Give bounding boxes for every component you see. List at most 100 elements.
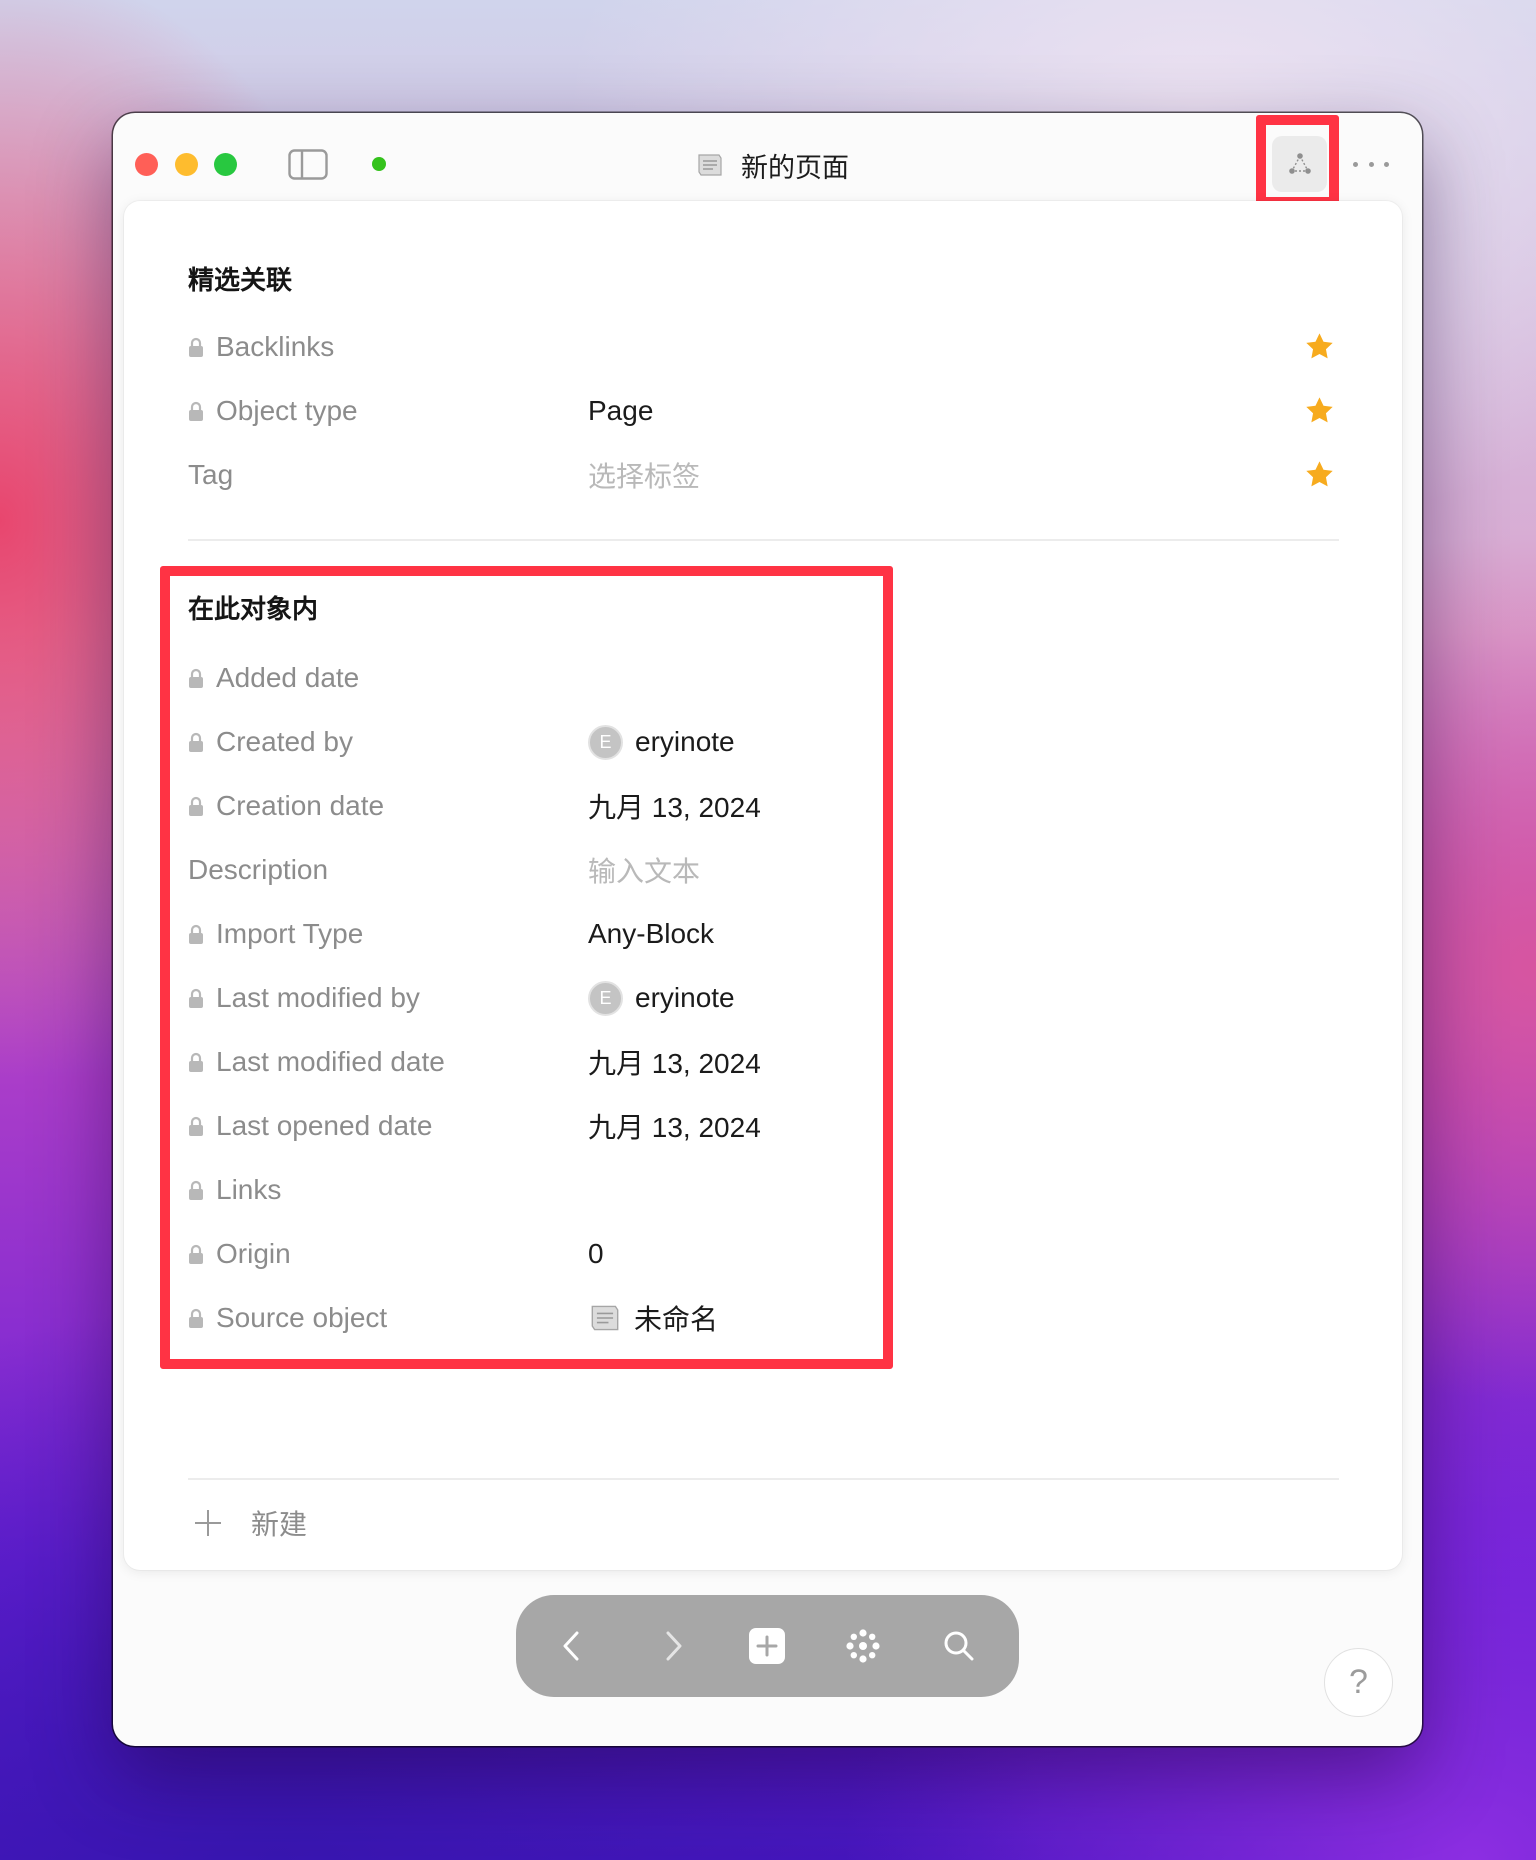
property-value[interactable]: 0: [588, 1230, 788, 1278]
property-label: Created by: [188, 726, 588, 758]
property-row-last-modified-by[interactable]: Last modified by E eryinote: [188, 966, 1339, 1030]
lock-icon: [189, 732, 203, 752]
property-value[interactable]: 九月 13, 2024: [588, 1038, 788, 1086]
property-row-import-type[interactable]: Import Type Any-Block: [188, 902, 1339, 966]
relations-graph-icon: [1288, 153, 1311, 174]
property-label-text: Created by: [216, 726, 353, 757]
property-value[interactable]: 选择标签: [588, 451, 788, 499]
window-close-button[interactable]: [135, 153, 158, 176]
property-row-last-modified-date[interactable]: Last modified date 九月 13, 2024: [188, 1030, 1339, 1094]
property-row-creation-date[interactable]: Creation date 九月 13, 2024: [188, 774, 1339, 838]
property-label: Object type: [188, 395, 588, 427]
sync-status-indicator[interactable]: [372, 157, 386, 171]
property-row-description[interactable]: Description 输入文本: [188, 838, 1339, 902]
property-value-text: 0: [588, 1238, 604, 1269]
create-object-button[interactable]: [737, 1595, 797, 1697]
sidebar-toggle-icon[interactable]: [288, 149, 328, 180]
property-row-object-type[interactable]: Object type Page: [188, 379, 1339, 443]
lock-icon: [189, 1244, 203, 1264]
add-property-label: 新建: [251, 1509, 308, 1540]
property-label-text: Backlinks: [216, 331, 335, 362]
property-label-text: Last modified by: [216, 982, 420, 1013]
page-icon: [698, 154, 722, 176]
tag-placeholder: 选择标签: [588, 461, 701, 492]
property-label: Description: [188, 854, 588, 886]
help-button[interactable]: ?: [1324, 1648, 1393, 1717]
lock-icon: [189, 1180, 203, 1200]
property-value[interactable]: E eryinote: [588, 974, 788, 1022]
property-value[interactable]: [588, 1166, 788, 1214]
property-value-text: 九月 13, 2024: [588, 1048, 761, 1079]
star-icon[interactable]: [1304, 331, 1335, 362]
property-label-text: Import Type: [216, 918, 364, 949]
back-button[interactable]: [542, 1595, 602, 1697]
relations-graph-button[interactable]: [1272, 136, 1327, 192]
lock-icon: [189, 924, 203, 944]
search-icon: [944, 1631, 974, 1661]
property-row-tag[interactable]: Tag 选择标签: [188, 443, 1339, 507]
property-row-backlinks[interactable]: Backlinks: [188, 315, 1339, 379]
app-window: 新的页面 精选关联 Backlinks Object type Page Tag…: [113, 113, 1422, 1746]
forward-button[interactable]: [643, 1595, 703, 1697]
property-label-text: Tag: [188, 459, 234, 490]
window-zoom-button[interactable]: [214, 153, 237, 176]
description-input[interactable]: 输入文本: [588, 846, 788, 894]
bottom-navigation-bar: [516, 1595, 1019, 1697]
property-row-source-object[interactable]: Source object 未命名: [188, 1286, 1339, 1350]
property-label-text: Added date: [216, 662, 360, 693]
property-value[interactable]: E eryinote: [588, 718, 788, 766]
graph-view-button[interactable]: [833, 1595, 893, 1697]
property-label: Last modified date: [188, 1046, 588, 1078]
property-label-text: Last opened date: [216, 1110, 433, 1141]
help-label: ?: [1349, 1663, 1368, 1701]
property-value-text: 九月 13, 2024: [588, 1112, 761, 1143]
property-label-text: Origin: [216, 1238, 291, 1269]
property-label: Creation date: [188, 790, 588, 822]
page-icon: [591, 1305, 619, 1331]
section-divider: [188, 1478, 1339, 1480]
window-title[interactable]: 新的页面: [696, 146, 849, 184]
property-label: Links: [188, 1174, 588, 1206]
property-row-created-by[interactable]: Created by E eryinote: [188, 710, 1339, 774]
property-label-text: Links: [216, 1174, 282, 1205]
chevron-right-icon: [666, 1631, 682, 1661]
lock-icon: [189, 1052, 203, 1072]
property-value[interactable]: [588, 323, 788, 371]
lock-icon: [189, 401, 203, 421]
more-options-icon[interactable]: [1353, 157, 1389, 171]
source-object-link[interactable]: 未命名: [588, 1294, 788, 1342]
graph-dots-icon: [846, 1629, 880, 1663]
property-label-text: Creation date: [216, 790, 385, 821]
user-name: eryinote: [635, 726, 735, 757]
property-value[interactable]: Any-Block: [588, 910, 788, 958]
property-label-text: Object type: [216, 395, 358, 426]
section-divider: [188, 539, 1339, 541]
property-value[interactable]: 九月 13, 2024: [588, 782, 788, 830]
property-label-text: Last modified date: [216, 1046, 445, 1077]
user-name: eryinote: [635, 982, 735, 1013]
property-label: Origin: [188, 1238, 588, 1270]
window-minimize-button[interactable]: [175, 153, 198, 176]
property-row-links[interactable]: Links: [188, 1158, 1339, 1222]
property-label: Added date: [188, 662, 588, 694]
property-row-last-opened-date[interactable]: Last opened date 九月 13, 2024: [188, 1094, 1339, 1158]
featured-section-title: 精选关联: [188, 265, 293, 295]
property-value-text: 九月 13, 2024: [588, 792, 761, 823]
avatar: E: [588, 980, 623, 1016]
property-label: Import Type: [188, 918, 588, 950]
star-icon[interactable]: [1304, 459, 1335, 490]
property-value[interactable]: [588, 654, 788, 702]
window-title-text: 新的页面: [741, 152, 849, 183]
property-row-origin[interactable]: Origin 0: [188, 1222, 1339, 1286]
lock-icon: [189, 1116, 203, 1136]
in-object-section-title: 在此对象内: [188, 594, 319, 624]
property-label-text: Source object: [216, 1302, 388, 1333]
property-value[interactable]: 九月 13, 2024: [588, 1102, 788, 1150]
plus-square-icon: [749, 1628, 785, 1664]
search-button[interactable]: [929, 1595, 989, 1697]
add-property-button[interactable]: 新建: [188, 1491, 307, 1555]
property-row-added-date[interactable]: Added date: [188, 646, 1339, 710]
star-icon[interactable]: [1304, 395, 1335, 426]
property-value[interactable]: Page: [588, 387, 788, 435]
property-label-text: Description: [188, 854, 329, 885]
